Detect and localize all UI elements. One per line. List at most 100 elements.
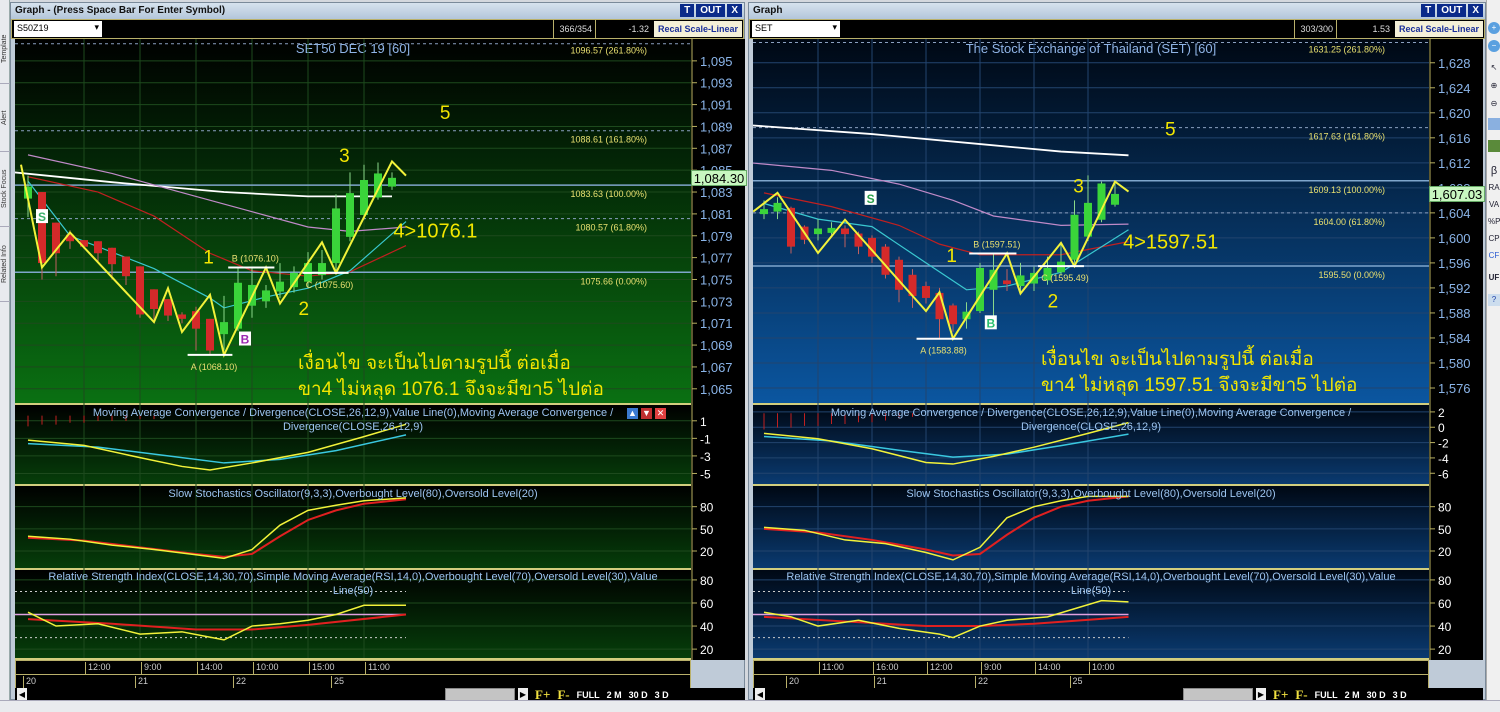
main-tick-label: 1,588 [1438, 306, 1471, 321]
candle-up [220, 322, 228, 335]
macd-tick-label: -1 [700, 432, 711, 446]
fibonacci-label: 1604.00 (61.80%) [1313, 217, 1385, 227]
va-button[interactable]: VA [1488, 199, 1500, 211]
zoom-minus-icon[interactable]: − [1488, 40, 1500, 52]
rsi-tick-label: 60 [700, 597, 714, 611]
main-tick-label: 1,083 [700, 185, 733, 200]
help-icon[interactable]: ? [1488, 294, 1500, 306]
stoch-tick-label: 80 [700, 501, 714, 515]
main-tick-label: 1,089 [700, 119, 733, 134]
magnify-out-icon[interactable]: ⊖ [1488, 98, 1500, 110]
panel-title: Graph - (Press Space Bar For Enter Symbo… [15, 5, 226, 16]
rsi-tick-label: 40 [1438, 620, 1452, 634]
rsi-title: Relative Strength Index(CLOSE,14,30,70),… [48, 571, 658, 597]
candle-up [388, 177, 396, 187]
analysis-note: เงื่อนไข จะเป็นไปตามรูปนี้ ต่อเมื่อ ขา4 … [298, 351, 604, 403]
fibonacci-label: 1088.61 (161.80%) [570, 135, 647, 145]
fibonacci-label: 1083.63 (100.00%) [570, 189, 647, 199]
candle-down [206, 318, 214, 351]
t-button[interactable]: T [680, 4, 695, 17]
chart-area[interactable]: SET50 DEC 19 [60] 1,095 1,093 1,091 1,089 1,… [15, 39, 747, 660]
stoch-tick-label: 50 [1438, 523, 1452, 537]
main-tick-label: 1,079 [700, 229, 733, 244]
ra-button[interactable]: RA [1488, 182, 1500, 194]
percent-p-button[interactable]: %P [1488, 216, 1500, 228]
note-line-1: เงื่อนไข จะเป็นไปตามรูปนี้ ต่อเมื่อ [1041, 349, 1314, 370]
rsi-title: Relative Strength Index(CLOSE,14,30,70),… [786, 571, 1396, 597]
signal-label: B [241, 333, 250, 347]
close-button[interactable]: X [727, 4, 742, 17]
macd-tick-label: -2 [1438, 437, 1449, 451]
symbol-select[interactable]: SET [752, 21, 840, 37]
recal-scale-button[interactable]: Recal Scale-Linear [654, 21, 742, 37]
stoch-tick-label: 80 [1438, 501, 1452, 515]
beta-icon[interactable]: β [1488, 165, 1500, 177]
t-button[interactable]: T [1421, 4, 1436, 17]
macd-tick-label: -3 [700, 450, 711, 464]
tab-alert[interactable]: Alert [0, 84, 10, 152]
candle-down [150, 289, 158, 309]
bar-count: 303/300 [1294, 20, 1336, 38]
time-axis: 11:00 16:00 12:00 9:00 14:00 10:00 [753, 660, 1429, 675]
wave-label: 1 [203, 248, 214, 269]
macd-title: Moving Average Convergence / Divergence(… [92, 407, 614, 433]
wave-label: 5 [1165, 119, 1176, 140]
candle-down [881, 246, 890, 275]
graph-panel-set: Graph T OUT X SET 303/300 1.53 Recal Sca… [748, 2, 1486, 702]
chart-area[interactable]: The Stock Exchange of Thailand (SET) [60… [753, 39, 1485, 660]
tab-template[interactable]: Template [0, 14, 10, 84]
main-tick-label: 1,596 [1438, 256, 1471, 271]
analysis-note: เงื่อนไข จะเป็นไปตามรูปนี้ ต่อเมื่อ ขา4 … [1041, 347, 1357, 399]
note-line-1: เงื่อนไข จะเป็นไปตามรูปนี้ ต่อเมื่อ [298, 353, 571, 374]
candle-down [895, 259, 903, 290]
zoom-plus-icon[interactable]: + [1488, 22, 1500, 34]
pivot-label: C (1075.60) [306, 280, 354, 290]
main-tick-label: 1,081 [700, 207, 733, 222]
fibonacci-label: 1609.13 (100.00%) [1308, 185, 1385, 195]
symbol-select[interactable]: S50Z19 [14, 21, 102, 37]
main-tick-label: 1,075 [700, 272, 733, 287]
stoch-tick-label: 20 [1438, 545, 1452, 559]
move-down-icon[interactable]: ▼ [641, 408, 652, 419]
candle-up [262, 290, 270, 302]
cf-button[interactable]: CF [1488, 250, 1500, 262]
chart-type-icon[interactable] [1488, 140, 1500, 152]
rsi-tick-label: 20 [700, 643, 714, 657]
out-button[interactable]: OUT [696, 4, 726, 17]
chart-canvas[interactable]: SET50 DEC 19 [60] 1,0951,0931,0911,0891,… [15, 39, 745, 660]
candle-up [1070, 214, 1079, 260]
stoch-title: Slow Stochastics Oscillator(9,3,3),Overb… [906, 488, 1276, 500]
main-tick-label: 1,576 [1438, 381, 1471, 396]
candle-down [94, 241, 102, 254]
candle-up [814, 228, 822, 235]
graph-panel-set50: Graph - (Press Space Bar For Enter Symbo… [10, 2, 747, 702]
main-tick-label: 1,624 [1438, 81, 1471, 96]
recal-scale-button[interactable]: Recal Scale-Linear [1395, 21, 1483, 37]
bottom-tab-bar [0, 700, 1500, 712]
magnify-in-icon[interactable]: ⊕ [1488, 80, 1500, 92]
tab-related-info[interactable]: Related Info [0, 227, 10, 302]
macd-tick-label: -5 [700, 467, 711, 481]
signal-label: S [38, 210, 46, 224]
out-button[interactable]: OUT [1437, 4, 1467, 17]
main-tick-label: 1,093 [700, 76, 733, 91]
move-up-icon[interactable]: ▲ [627, 408, 638, 419]
cursor-icon[interactable]: ↖ [1488, 62, 1500, 74]
panel-title-bar: Graph - (Press Space Bar For Enter Symbo… [11, 3, 744, 19]
uf-button[interactable]: UF [1488, 272, 1500, 284]
symbol-toolbar: SET 303/300 1.53 Recal Scale-Linear [749, 19, 1485, 39]
chart-data-title: The Stock Exchange of Thailand (SET) [60… [966, 41, 1217, 56]
close-indicator-icon[interactable]: ✕ [655, 408, 666, 419]
main-tick-label: 1,592 [1438, 281, 1471, 296]
main-tick-label: 1,612 [1438, 156, 1471, 171]
fibonacci-label: 1617.63 (161.80%) [1308, 132, 1385, 142]
macd-tick-label: -6 [1438, 467, 1449, 481]
wave-label: 3 [1073, 176, 1084, 197]
window-icon[interactable] [1488, 118, 1500, 130]
tab-stock-focus[interactable]: Stock Focus [0, 152, 10, 227]
cp-button[interactable]: CP [1488, 233, 1500, 245]
fibonacci-label: 1595.50 (0.00%) [1318, 270, 1385, 280]
close-button[interactable]: X [1468, 4, 1483, 17]
candle-up [276, 281, 284, 292]
stoch-tick-label: 50 [700, 523, 714, 537]
